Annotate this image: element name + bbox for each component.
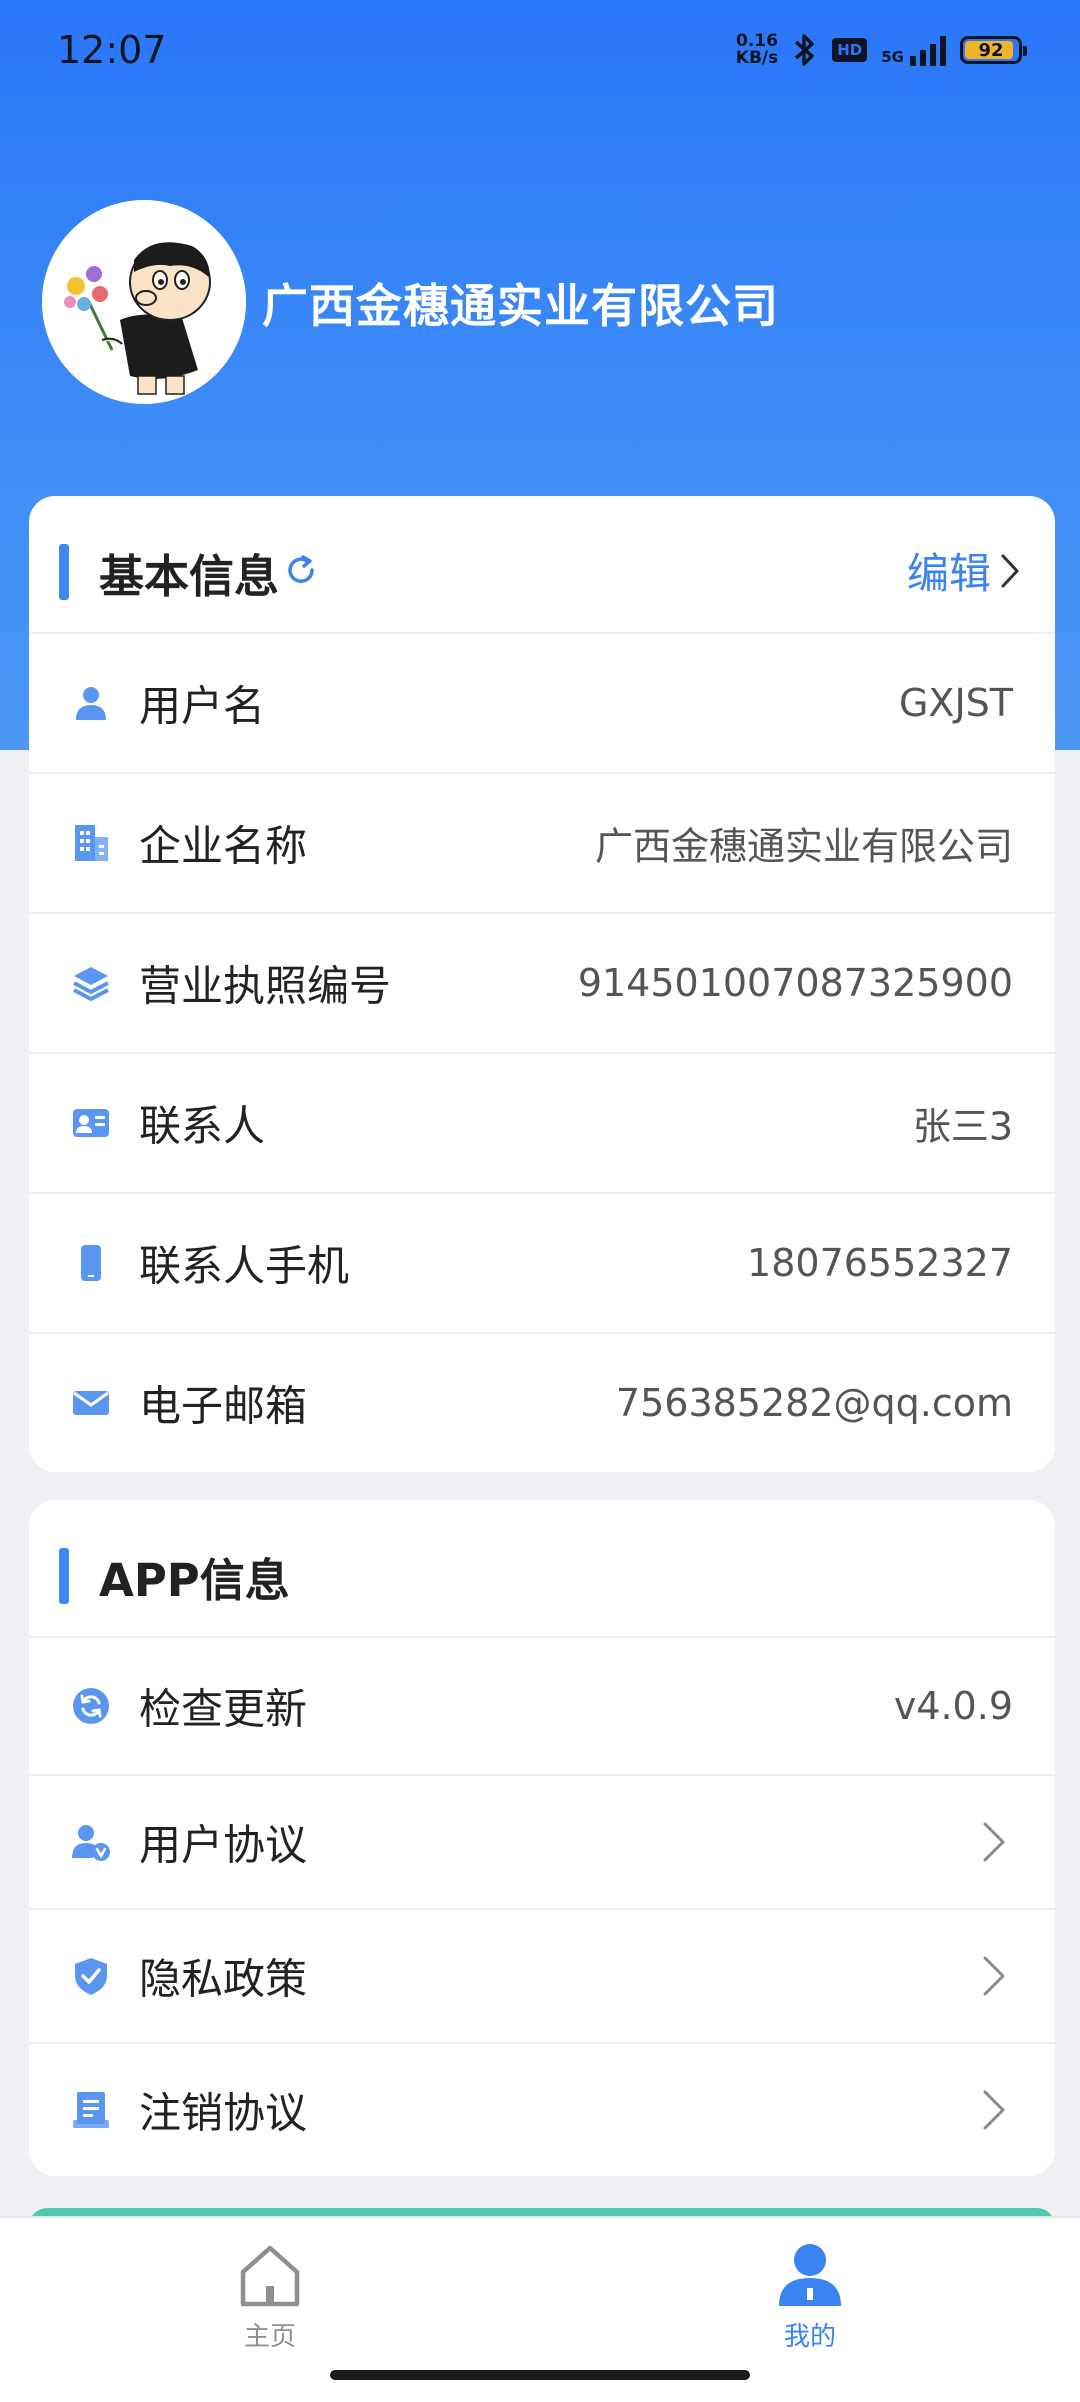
company-title: 广西金穗通实业有限公司 [262,279,779,333]
phone-icon [81,1245,101,1281]
home-indicator[interactable] [330,2370,750,2380]
row-value: GXJST [898,681,1013,725]
basic-info-header: 基本信息 编辑 [29,496,1055,634]
nav-home[interactable]: 主页 [170,2230,370,2353]
row-label: 联系人 [139,1101,266,1151]
avatar[interactable] [42,200,246,404]
row-contact-phone: 联系人手机 18076552327 [29,1194,1055,1334]
row-label: 用户协议 [139,1820,308,1870]
hd-badge: HD [832,38,868,62]
edit-button[interactable]: 编辑 [907,540,1021,601]
home-icon [240,2245,300,2307]
status-indicators: 0.16 KB/s HD 5G 92 [736,32,1027,68]
section-accent-bar [59,1548,69,1604]
battery-level: 92 [978,39,1004,61]
net-speed: 0.16 KB/s [736,33,778,67]
row-value: 914501007087325900 [577,961,1013,1005]
network-type: 5G [881,48,904,66]
row-value: 广西金穗通实业有限公司 [594,824,1013,869]
person-icon [779,2244,841,2306]
chevron-right-icon [983,1956,1005,1996]
nav-home-label: 主页 [243,2322,296,2352]
row-label: 检查更新 [139,1684,308,1734]
chevron-right-icon [1001,554,1019,587]
contact-card-icon [73,1109,109,1137]
row-value: 张三3 [912,1104,1013,1149]
row-email: 电子邮箱 756385282@qq.com [29,1334,1055,1472]
basic-info-card: 基本信息 编辑 用户名 GXJST 企业名称 广西金穗通实业有限公司 营业执照编… [29,496,1055,1472]
row-label: 联系人手机 [139,1241,350,1291]
row-cancellation-agreement[interactable]: 注销协议 [29,2044,1055,2176]
status-bar: 12:07 0.16 KB/s HD 5G 92 [0,0,1080,100]
net-speed-unit: KB/s [735,48,779,68]
user-icon [76,687,106,720]
nav-mine-label: 我的 [783,2322,836,2352]
row-label: 营业执照编号 [139,961,392,1011]
building-icon [75,825,108,861]
layers-icon [73,967,109,1002]
cartoon-avatar-image [42,200,246,404]
row-value: 18076552327 [747,1241,1013,1285]
row-company-name: 企业名称 广西金穗通实业有限公司 [29,774,1055,914]
app-info-header: APP信息 [29,1500,1055,1638]
section-accent-bar [59,544,69,600]
document-icon [73,2092,109,2128]
basic-info-title: 基本信息 [99,550,280,603]
chevron-right-icon [983,1822,1005,1862]
row-label: 电子邮箱 [139,1381,308,1431]
version-value: v4.0.9 [893,1684,1013,1728]
row-label: 隐私政策 [139,1954,308,2004]
row-label: 企业名称 [139,821,308,871]
mail-icon [73,1391,109,1415]
shield-icon [75,1958,107,1995]
app-info-card: APP信息 检查更新 v4.0.9 用户协议 隐私政策 注销协议 [29,1500,1055,2176]
refresh-icon[interactable] [283,552,319,588]
status-time: 12:07 [57,28,167,72]
row-user-agreement[interactable]: 用户协议 [29,1776,1055,1910]
bluetooth-icon [795,34,814,66]
update-icon [73,1688,109,1724]
edit-label: 编辑 [906,549,991,598]
app-info-title: APP信息 [99,1554,290,1607]
row-label: 用户名 [139,681,266,731]
battery-icon: 92 [960,36,1027,64]
row-username: 用户名 GXJST [29,634,1055,774]
row-privacy-policy[interactable]: 隐私政策 [29,1910,1055,2044]
chevron-right-icon [983,2090,1005,2130]
user-agreement-icon [72,1825,110,1861]
signal-icon: 5G [881,34,946,66]
row-label: 注销协议 [139,2088,308,2138]
nav-mine[interactable]: 我的 [710,2230,910,2353]
row-contact: 联系人 张三3 [29,1054,1055,1194]
row-license-number: 营业执照编号 914501007087325900 [29,914,1055,1054]
row-value: 756385282@qq.com [615,1381,1013,1425]
row-check-update[interactable]: 检查更新 v4.0.9 [29,1638,1055,1776]
